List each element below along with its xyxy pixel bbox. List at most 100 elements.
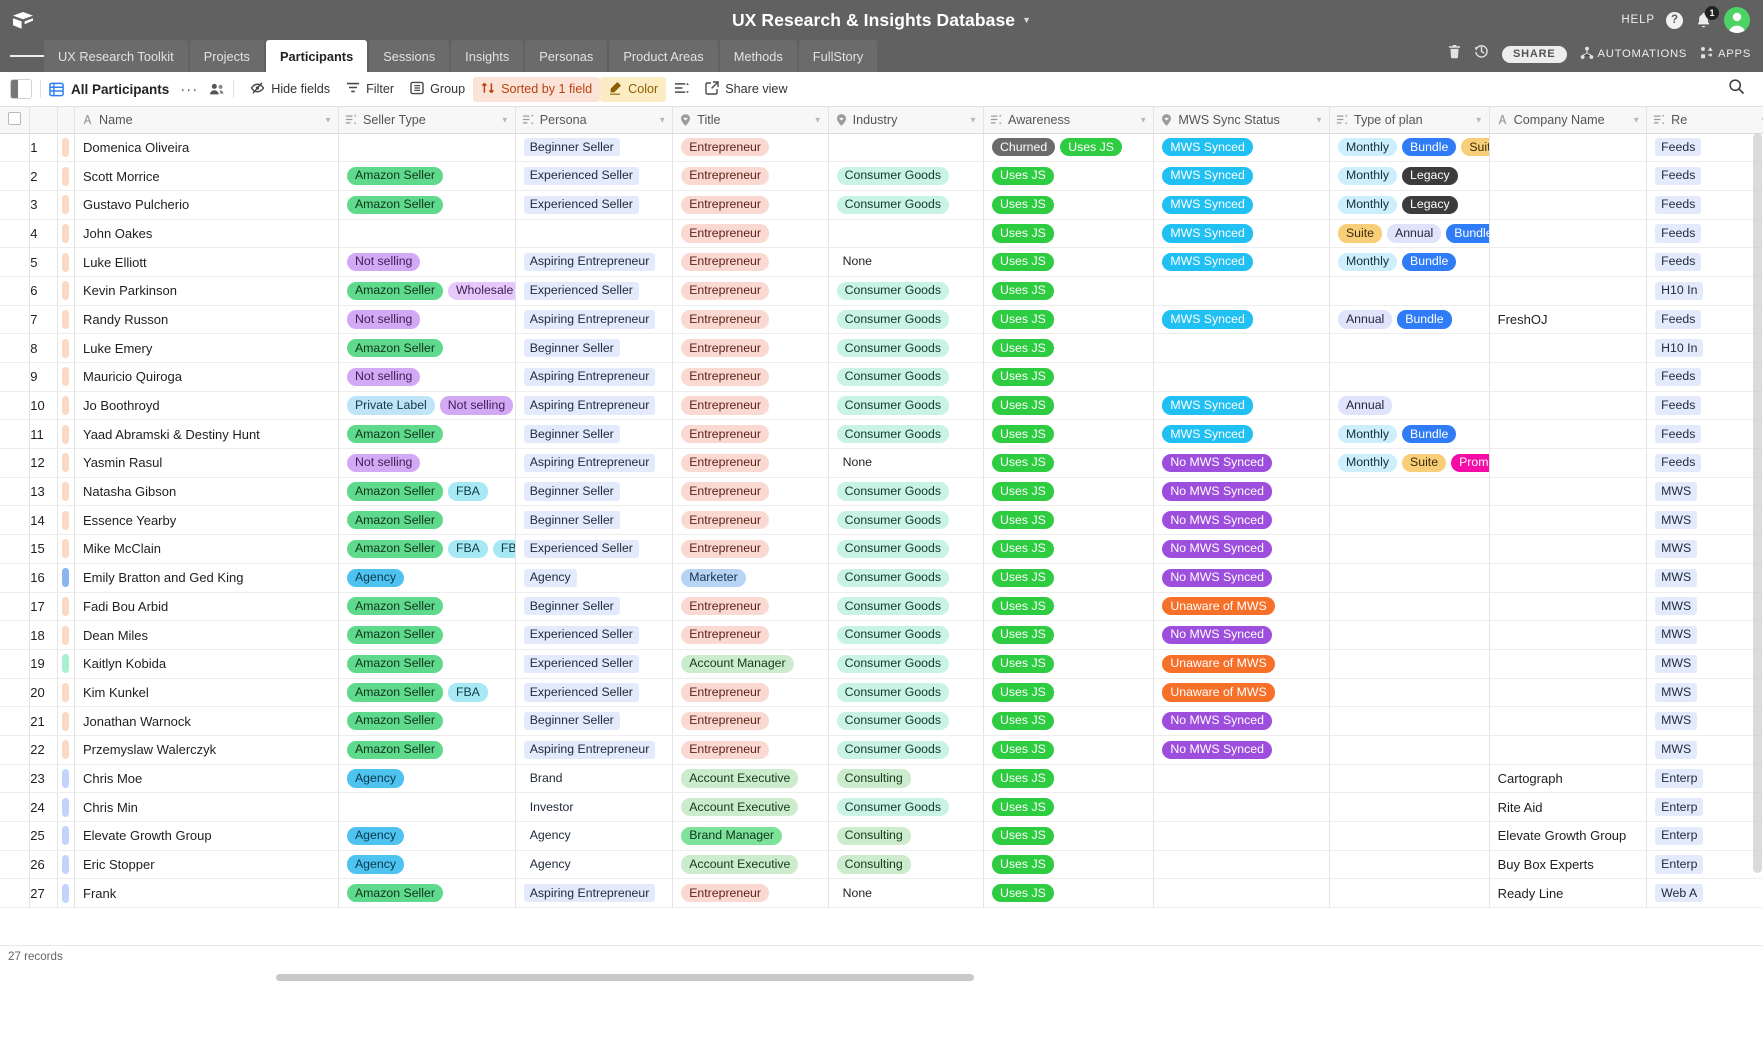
cell-industry[interactable]: Consumer Goods [828,477,985,507]
cell-seller-type[interactable]: Not selling [338,362,516,392]
cell-industry[interactable]: Consumer Goods [828,505,985,536]
title-chip[interactable]: Entrepreneur [681,884,769,903]
cell-awareness[interactable]: Uses JS [983,850,1155,880]
seller-type-chip[interactable]: Amazon Seller [346,597,443,616]
table-row[interactable]: 2 Scott Morrice Amazon Seller Experienced S… [0,161,1763,191]
re-chip[interactable]: Feeds [1655,166,1702,186]
cell-type-of-plan[interactable] [1329,534,1490,564]
row-checkbox[interactable] [0,563,31,593]
cell-re[interactable]: Web A [1646,878,1763,909]
seller-type-chip[interactable]: Amazon Seller [346,884,443,903]
column-header-type-of-plan[interactable]: Type of plan ▼ [1329,107,1490,134]
cell-industry[interactable]: Consumer Goods [828,735,985,765]
persona-chip[interactable]: Agency [523,855,577,874]
title-chip[interactable]: Entrepreneur [681,625,769,645]
cell-mws-sync-status[interactable]: No MWS Synced [1153,706,1330,736]
cell-re[interactable]: Feeds [1646,219,1763,249]
persona-chip[interactable]: Aspiring Entrepreneur [523,396,656,415]
help-label[interactable]: HELP [1621,14,1655,26]
hide-fields-button[interactable]: Hide fields [242,77,338,102]
cell-name[interactable]: Fadi Bou Arbid [74,592,339,622]
industry-chip[interactable]: Consumer Goods [836,798,949,817]
cell-re[interactable]: Feeds [1646,247,1763,277]
industry-chip[interactable]: Consumer Goods [836,367,949,386]
cell-name[interactable]: Randy Russon [74,305,339,335]
seller-type-chip[interactable]: Amazon Seller [346,654,443,673]
table-row[interactable]: 4 John Oakes Entrepreneur Uses JS MWS Synced… [0,219,1763,249]
tab-participants[interactable]: Participants [265,40,368,72]
apps-button[interactable]: APPS [1700,46,1751,63]
persona-chip[interactable]: Agency [523,826,577,845]
cell-re[interactable]: Feeds [1646,190,1763,220]
persona-chip[interactable]: Experienced Seller [523,625,639,645]
cell-company-name[interactable] [1489,419,1648,450]
cell-persona[interactable]: Experienced Seller [515,534,674,564]
awareness-chip[interactable]: Uses JS [992,252,1054,272]
search-icon[interactable] [1728,79,1745,99]
airtable-logo[interactable] [0,11,46,30]
seller-type-chip[interactable]: Amazon Seller [346,482,443,501]
cell-name[interactable]: Jonathan Warnock [74,706,339,736]
chevron-down-icon[interactable]: ▼ [501,115,509,124]
title-chip[interactable]: Entrepreneur [681,597,769,616]
title-chip[interactable]: Entrepreneur [681,281,769,300]
cell-re[interactable]: MWS [1646,563,1763,593]
cell-mws-sync-status[interactable] [1153,333,1330,363]
industry-chip[interactable]: Consumer Goods [836,568,949,587]
awareness-chip[interactable]: Uses JS [992,798,1054,817]
cell-mws-sync-status[interactable] [1153,850,1330,880]
re-chip[interactable]: Feeds [1655,195,1702,214]
cell-industry[interactable]: Consumer Goods [828,333,985,363]
cell-re[interactable]: Feeds [1646,305,1763,335]
row-checkbox[interactable] [0,362,31,392]
seller-type-chip[interactable]: Wholesale [447,281,515,300]
cell-mws-sync-status[interactable]: Unaware of MWS [1153,678,1330,708]
table-row[interactable]: 1 Domenica Oliveira Beginner Seller Entrepr… [0,133,1763,163]
cell-company-name[interactable]: Rite Aid [1489,792,1648,822]
cell-industry[interactable]: Consumer Goods [828,534,985,564]
cell-mws-sync-status[interactable] [1153,276,1330,306]
cell-persona[interactable]: Experienced Seller [515,190,674,220]
cell-title[interactable]: Entrepreneur [672,362,829,392]
chevron-down-icon[interactable]: ▼ [1475,115,1483,124]
row-checkbox[interactable] [0,678,31,708]
cell-mws-sync-status[interactable]: No MWS Synced [1153,735,1330,765]
row-checkbox[interactable] [0,305,31,335]
cell-industry[interactable]: Consumer Goods [828,305,985,335]
cell-mws-sync-status[interactable]: MWS Synced [1153,133,1330,163]
table-row[interactable]: 14 Essence Yearby Amazon Seller Beginner Se… [0,505,1763,536]
mws-chip[interactable]: MWS Synced [1162,195,1253,214]
cell-seller-type[interactable]: Amazon Seller [338,620,516,650]
row-checkbox[interactable] [0,419,31,450]
mws-chip[interactable]: No MWS Synced [1162,511,1272,530]
seller-type-chip[interactable]: Not selling [346,252,421,272]
cell-title[interactable]: Account Executive [672,850,829,880]
seller-type-chip[interactable]: Amazon Seller [346,281,443,300]
cell-name[interactable]: Dean Miles [74,620,339,650]
horizontal-scrollbar-thumb[interactable] [276,974,974,981]
cell-type-of-plan[interactable] [1329,878,1490,909]
question-circle-icon[interactable]: ? [1666,11,1683,29]
cell-seller-type[interactable] [338,219,516,249]
cell-persona[interactable]: Agency [515,821,674,851]
cell-awareness[interactable]: Uses JS [983,592,1155,622]
persona-chip[interactable]: Beginner Seller [523,711,620,731]
mws-chip[interactable]: No MWS Synced [1162,482,1272,501]
persona-chip[interactable]: Beginner Seller [523,339,620,358]
cell-title[interactable]: Entrepreneur [672,620,829,650]
re-chip[interactable]: MWS [1655,511,1698,530]
title-chip[interactable]: Entrepreneur [681,339,769,358]
persona-chip[interactable]: Aspiring Entrepreneur [523,453,656,473]
cell-mws-sync-status[interactable] [1153,764,1330,794]
cell-persona[interactable]: Aspiring Entrepreneur [515,391,674,421]
awareness-chip[interactable]: Uses JS [1060,138,1122,157]
plan-chip[interactable]: Promoti [1451,453,1489,473]
cell-company-name[interactable] [1489,391,1648,421]
column-header-name[interactable]: Name ▼ [74,107,339,134]
re-chip[interactable]: Feeds [1655,396,1702,415]
re-chip[interactable]: Web A [1655,884,1704,903]
plan-chip[interactable]: Bundle [1402,252,1457,272]
cell-type-of-plan[interactable] [1329,678,1490,708]
awareness-chip[interactable]: Uses JS [992,482,1054,501]
cell-type-of-plan[interactable] [1329,505,1490,536]
